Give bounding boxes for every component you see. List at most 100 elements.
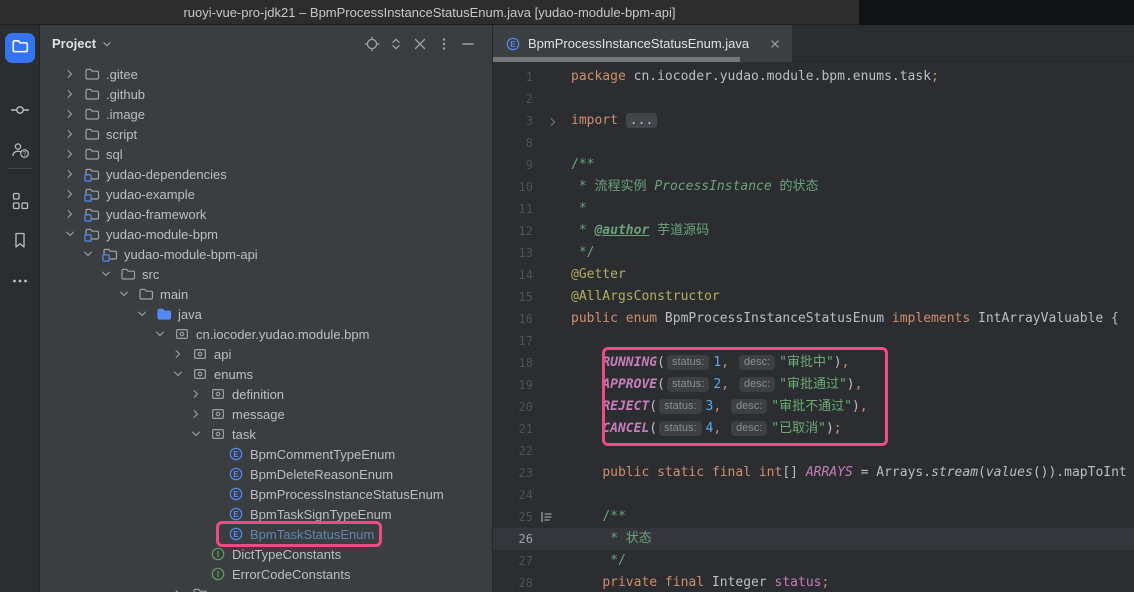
- tree-item-definition[interactable]: definition: [40, 384, 492, 404]
- chevron-right-icon[interactable]: [170, 346, 186, 362]
- collapse-all-icon[interactable]: [408, 32, 432, 56]
- tree-item-label: DictTypeConstants: [232, 547, 341, 562]
- code-line-10[interactable]: 10 * 流程实例 ProcessInstance 的状态: [493, 176, 1134, 198]
- tree-item-partial[interactable]: [40, 584, 492, 592]
- chevron-right-icon[interactable]: [62, 186, 78, 202]
- code-line-12[interactable]: 12 * @author 芋道源码: [493, 220, 1134, 242]
- chevron-right-icon[interactable]: [188, 406, 204, 422]
- chevron-right-icon[interactable]: [62, 106, 78, 122]
- code-line-18[interactable]: 18 RUNNING(status:1, desc:"审批中"),: [493, 352, 1134, 374]
- code-line-13[interactable]: 13 */: [493, 242, 1134, 264]
- svg-text:E: E: [233, 510, 239, 519]
- hide-panel-icon[interactable]: [456, 32, 480, 56]
- code-line-16[interactable]: 16public enum BpmProcessInstanceStatusEn…: [493, 308, 1134, 330]
- chevron-right-icon[interactable]: [62, 66, 78, 82]
- chevron-right-icon[interactable]: [62, 146, 78, 162]
- code-line-25[interactable]: 25 /**: [493, 506, 1134, 528]
- tree-item-java[interactable]: java: [40, 304, 492, 324]
- gutter-spacer: [533, 264, 571, 286]
- tree-item-task[interactable]: task: [40, 424, 492, 444]
- chevron-right-icon[interactable]: [62, 166, 78, 182]
- locate-file-icon[interactable]: [360, 32, 384, 56]
- tree-item-ErrorCodeConstants[interactable]: IErrorCodeConstants: [40, 564, 492, 584]
- tree-item-BpmDeleteReasonEnum[interactable]: EBpmDeleteReasonEnum: [40, 464, 492, 484]
- project-tool-button[interactable]: [5, 33, 35, 63]
- code-line-24[interactable]: 24: [493, 484, 1134, 506]
- chevron-down-icon[interactable]: [152, 326, 168, 342]
- tree-item-BpmProcessInstanceStatusEnum[interactable]: EBpmProcessInstanceStatusEnum: [40, 484, 492, 504]
- commit-tool-button[interactable]: [10, 100, 30, 125]
- code-line-27[interactable]: 27 */: [493, 550, 1134, 572]
- code-line-28[interactable]: 28 private final Integer status;: [493, 572, 1134, 592]
- code-line-20[interactable]: 20 REJECT(status:3, desc:"审批不通过"),: [493, 396, 1134, 418]
- structure-tool-button[interactable]: [10, 191, 30, 216]
- tree-item-api[interactable]: api: [40, 344, 492, 364]
- tree-item-main[interactable]: main: [40, 284, 492, 304]
- code-line-8[interactable]: 8: [493, 132, 1134, 154]
- code-line-11[interactable]: 11 *: [493, 198, 1134, 220]
- tree-item-.github[interactable]: .github: [40, 84, 492, 104]
- chevron-right-icon[interactable]: [62, 126, 78, 142]
- interface-icon: I: [210, 546, 226, 562]
- ide-window: ruoyi-vue-pro-jdk21 – BpmProcessInstance…: [0, 0, 1134, 592]
- tree-item-src[interactable]: src: [40, 264, 492, 284]
- tree-item-.image[interactable]: .image: [40, 104, 492, 124]
- tree-item-yudao-framework[interactable]: yudao-framework: [40, 204, 492, 224]
- chevron-down-icon[interactable]: [134, 306, 150, 322]
- code-line-22[interactable]: 22: [493, 440, 1134, 462]
- chevron-down-icon[interactable]: [100, 37, 114, 51]
- code-line-21[interactable]: 21 CANCEL(status:4, desc:"已取消");: [493, 418, 1134, 440]
- bookmarks-tool-button[interactable]: [10, 230, 30, 255]
- tree-item-cn.iocoder.yudao.module.bpm[interactable]: cn.iocoder.yudao.module.bpm: [40, 324, 492, 344]
- code-line-14[interactable]: 14@Getter: [493, 264, 1134, 286]
- chevron-right-icon[interactable]: [62, 206, 78, 222]
- code-line-19[interactable]: 19 APPROVE(status:2, desc:"审批通过"),: [493, 374, 1134, 396]
- line-number: 14: [493, 264, 533, 286]
- code-line-2[interactable]: 2: [493, 88, 1134, 110]
- options-icon[interactable]: [432, 32, 456, 56]
- code-line-3[interactable]: 3import ...: [493, 110, 1134, 132]
- close-icon[interactable]: [768, 37, 782, 51]
- chevron-down-icon[interactable]: [116, 286, 132, 302]
- tree-item-DictTypeConstants[interactable]: I DictTypeConstants: [40, 544, 492, 564]
- tree-item-.gitee[interactable]: .gitee: [40, 64, 492, 84]
- chevron-right-icon[interactable]: [62, 86, 78, 102]
- code-text: * @author 芋道源码: [571, 220, 709, 242]
- tree-item-BpmTaskSignTypeEnum[interactable]: EBpmTaskSignTypeEnum: [40, 504, 492, 524]
- tree-item-yudao-dependencies[interactable]: yudao-dependencies: [40, 164, 492, 184]
- pull-requests-tool-button[interactable]: ?: [10, 140, 30, 165]
- project-panel-header: Project: [40, 25, 492, 62]
- code-line-26[interactable]: 26 * 状态: [493, 528, 1134, 550]
- code-line-9[interactable]: 9/**: [493, 154, 1134, 176]
- chevron-down-icon[interactable]: [98, 266, 114, 282]
- tree-item-enums[interactable]: enums: [40, 364, 492, 384]
- chevron-right-icon[interactable]: [170, 586, 186, 592]
- tree-item-script[interactable]: script: [40, 124, 492, 144]
- code-line-17[interactable]: 17: [493, 330, 1134, 352]
- tree-item-BpmCommentTypeEnum[interactable]: EBpmCommentTypeEnum: [40, 444, 492, 464]
- tree-item-label: script: [106, 127, 137, 142]
- tree-item-BpmTaskStatusEnum[interactable]: EBpmTaskStatusEnum: [40, 524, 492, 544]
- rendered-doc-icon[interactable]: [533, 506, 571, 528]
- chevron-down-icon[interactable]: [62, 226, 78, 242]
- folder-icon: [84, 106, 100, 122]
- chevron-down-icon[interactable]: [188, 426, 204, 442]
- chevron-right-icon[interactable]: [188, 386, 204, 402]
- chevron-down-icon[interactable]: [170, 366, 186, 382]
- code-line-23[interactable]: 23 public static final int[] ARRAYS = Ar…: [493, 462, 1134, 484]
- tree-item-label: BpmProcessInstanceStatusEnum: [250, 487, 444, 502]
- tree-item-sql[interactable]: sql: [40, 144, 492, 164]
- fold-chevron-icon[interactable]: [533, 110, 571, 132]
- more-tool-windows-button[interactable]: [10, 271, 30, 296]
- tree-item-message[interactable]: message: [40, 404, 492, 424]
- svg-text:?: ?: [22, 151, 26, 158]
- tree-item-yudao-module-bpm-api[interactable]: yudao-module-bpm-api: [40, 244, 492, 264]
- chevron-down-icon[interactable]: [80, 246, 96, 262]
- tree-item-yudao-module-bpm[interactable]: yudao-module-bpm: [40, 224, 492, 244]
- code-line-15[interactable]: 15@AllArgsConstructor: [493, 286, 1134, 308]
- project-panel-title[interactable]: Project: [52, 36, 96, 51]
- tree-item-yudao-example[interactable]: yudao-example: [40, 184, 492, 204]
- code-line-1[interactable]: 1package cn.iocoder.yudao.module.bpm.enu…: [493, 66, 1134, 88]
- expand-icon[interactable]: [384, 32, 408, 56]
- package-icon: [210, 426, 226, 442]
